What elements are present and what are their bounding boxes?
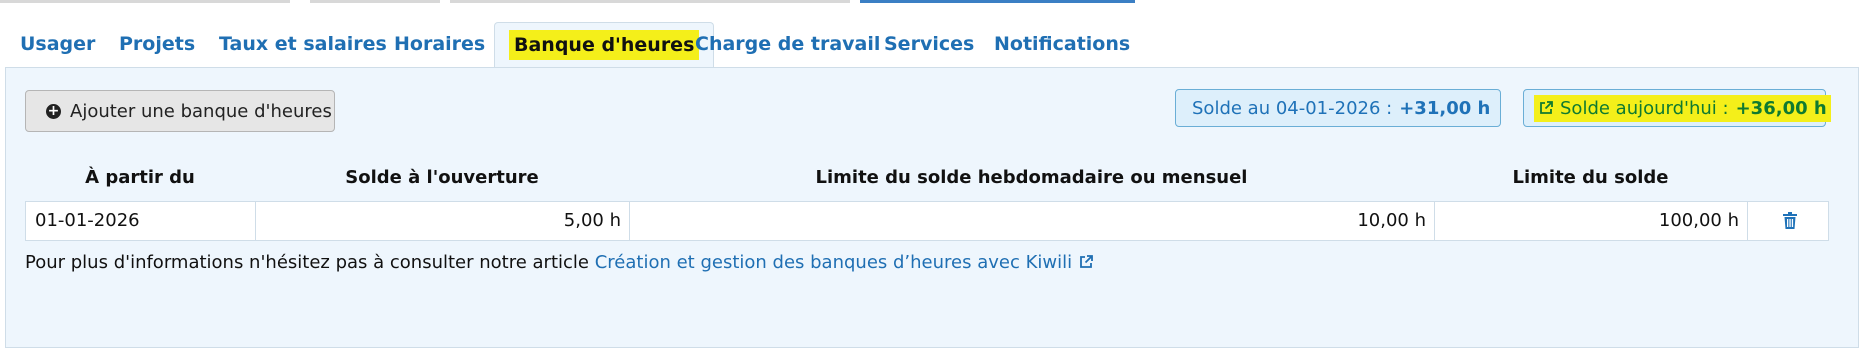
add-hour-bank-button[interactable]: + Ajouter une banque d'heures bbox=[25, 90, 335, 132]
plus-circle-icon: + bbox=[46, 102, 61, 119]
help-article-link[interactable]: Création et gestion des banques d’heures… bbox=[595, 252, 1094, 273]
help-text: Pour plus d'informations n'hésitez pas à… bbox=[25, 252, 1094, 273]
cell-start-date: 01-01-2026 bbox=[26, 202, 256, 240]
table-header: À partir du Solde à l'ouverture Limite d… bbox=[25, 160, 1829, 196]
solde-date-value: +31,00 h bbox=[1399, 97, 1491, 119]
table-row: 01-01-2026 5,00 h 10,00 h 100,00 h bbox=[25, 201, 1829, 241]
column-header-start-date: À partir du bbox=[85, 167, 195, 188]
tab-bar: Usager Projets Taux et salaires Horaires… bbox=[0, 22, 1866, 68]
solde-date-label: Solde au 04-01-2026 : bbox=[1192, 97, 1393, 119]
cell-balance-limit: 100,00 h bbox=[1435, 202, 1748, 240]
solde-today-label: Solde aujourd'hui : bbox=[1560, 97, 1729, 119]
external-link-icon bbox=[1080, 255, 1094, 268]
tab-banque-d-heures[interactable]: Banque d'heures bbox=[494, 22, 715, 68]
tab-banque-d-heures-label: Banque d'heures bbox=[509, 30, 700, 60]
add-hour-bank-label: Ajouter une banque d'heures bbox=[70, 100, 332, 122]
top-tab-strip bbox=[0, 0, 1866, 4]
help-article-link-label: Création et gestion des banques d’heures… bbox=[594, 252, 1073, 273]
cell-period-limit: 10,00 h bbox=[630, 202, 1435, 240]
column-header-period-limit: Limite du solde hebdomadaire ou mensuel bbox=[815, 167, 1248, 188]
tab-horaires[interactable]: Horaires bbox=[394, 22, 485, 66]
trash-icon[interactable] bbox=[1783, 212, 1797, 229]
solde-today-highlight: Solde aujourd'hui : +36,00 h bbox=[1534, 94, 1831, 122]
external-link-icon bbox=[1540, 100, 1553, 114]
tab-notifications[interactable]: Notifications bbox=[994, 22, 1130, 66]
column-header-balance-limit: Limite du solde bbox=[1512, 167, 1669, 188]
tab-usager[interactable]: Usager bbox=[20, 22, 95, 66]
help-text-label: Pour plus d'informations n'hésitez pas à… bbox=[25, 252, 589, 273]
solde-date-button[interactable]: Solde au 04-01-2026 : +31,00 h bbox=[1175, 89, 1501, 127]
solde-today-value: +36,00 h bbox=[1735, 97, 1827, 119]
tab-charge-de-travail[interactable]: Charge de travail bbox=[695, 22, 880, 66]
cell-opening-balance: 5,00 h bbox=[256, 202, 630, 240]
column-header-opening-balance: Solde à l'ouverture bbox=[345, 167, 539, 188]
tab-projets[interactable]: Projets bbox=[119, 22, 195, 66]
tab-taux-et-salaires[interactable]: Taux et salaires bbox=[219, 22, 387, 66]
solde-today-button[interactable]: Solde aujourd'hui : +36,00 h bbox=[1523, 89, 1831, 127]
tab-services[interactable]: Services bbox=[884, 22, 974, 66]
hour-bank-panel: + Ajouter une banque d'heures Solde au 0… bbox=[5, 67, 1859, 348]
